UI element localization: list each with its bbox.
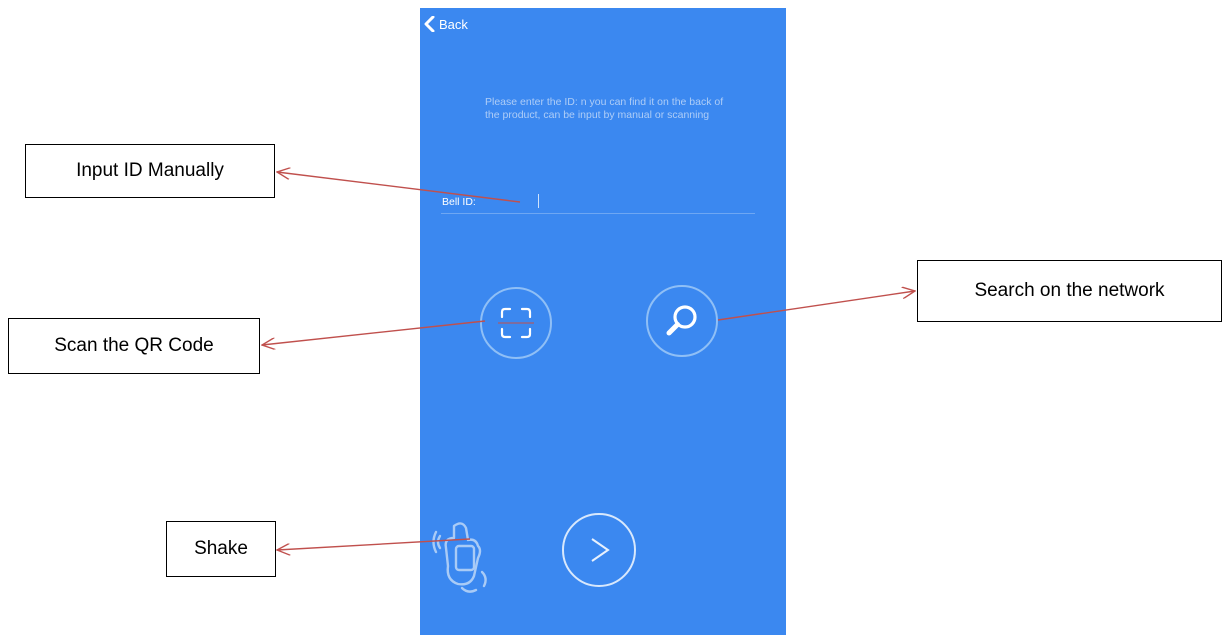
callout-input-id-manually: Input ID Manually bbox=[25, 144, 275, 198]
callout-search-network: Search on the network bbox=[917, 260, 1222, 322]
callout-shake: Shake bbox=[166, 521, 276, 577]
arrow-scan-qr bbox=[262, 320, 486, 345]
arrow-shake bbox=[277, 538, 471, 550]
arrow-search bbox=[717, 291, 915, 321]
arrow-input-id bbox=[277, 172, 521, 203]
callout-scan-qr-code: Scan the QR Code bbox=[8, 318, 260, 374]
